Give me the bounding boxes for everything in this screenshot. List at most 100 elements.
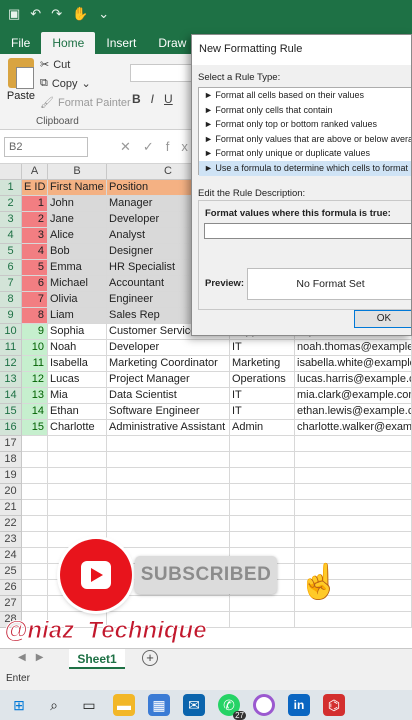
empty-cell[interactable] [230, 436, 295, 452]
pdf-icon[interactable]: ⌬ [323, 694, 345, 716]
first-name-cell[interactable]: Lucas [48, 372, 107, 388]
empty-cell[interactable] [48, 452, 107, 468]
tab-file[interactable]: File [0, 32, 41, 54]
id-cell[interactable]: 13 [22, 388, 48, 404]
first-name-cell[interactable]: Michael [48, 276, 107, 292]
empty-cell[interactable] [22, 548, 48, 564]
department-cell[interactable]: IT [230, 388, 295, 404]
empty-cell[interactable] [230, 596, 295, 612]
empty-cell[interactable] [295, 436, 412, 452]
empty-cell[interactable] [48, 436, 107, 452]
header-cell[interactable]: First Name [48, 180, 107, 196]
empty-cell[interactable] [107, 468, 230, 484]
first-name-cell[interactable]: Bob [48, 244, 107, 260]
empty-cell[interactable] [295, 500, 412, 516]
position-cell[interactable]: Software Engineer [107, 404, 230, 420]
position-cell[interactable]: Administrative Assistant [107, 420, 230, 436]
rule-type-item[interactable]: ► Format only top or bottom ranked value… [199, 117, 411, 132]
mail-icon[interactable]: ✉ [183, 694, 205, 716]
tab-draw[interactable]: Draw [147, 32, 197, 54]
id-cell[interactable]: 4 [22, 244, 48, 260]
empty-cell[interactable] [107, 452, 230, 468]
first-name-cell[interactable]: Emma [48, 260, 107, 276]
department-cell[interactable]: Marketing [230, 356, 295, 372]
email-cell[interactable]: lucas.harris@example.co [295, 372, 412, 388]
rule-type-item[interactable]: ► Format only cells that contain [199, 103, 411, 118]
column-header-b[interactable]: B [48, 164, 107, 180]
first-name-cell[interactable]: Ethan [48, 404, 107, 420]
font-name-select[interactable] [130, 64, 194, 82]
rule-type-item[interactable]: ► Format only unique or duplicate values [199, 146, 411, 161]
empty-cell[interactable] [295, 468, 412, 484]
first-name-cell[interactable]: Jane [48, 212, 107, 228]
id-cell[interactable]: 9 [22, 324, 48, 340]
empty-cell[interactable] [107, 532, 230, 548]
touch-mode-icon[interactable]: ✋ [72, 6, 88, 22]
id-cell[interactable]: 8 [22, 308, 48, 324]
position-cell[interactable]: Marketing Coordinator [107, 356, 230, 372]
email-cell[interactable]: mia.clark@example.com [295, 388, 412, 404]
first-name-cell[interactable]: Olivia [48, 292, 107, 308]
first-name-cell[interactable]: Alice [48, 228, 107, 244]
whatsapp-icon[interactable]: ✆ 27 [218, 694, 246, 720]
id-cell[interactable]: 1 [22, 196, 48, 212]
linkedin-icon[interactable]: in [288, 694, 310, 716]
empty-cell[interactable] [22, 484, 48, 500]
empty-cell[interactable] [107, 500, 230, 516]
paste-button[interactable]: Paste [6, 58, 36, 102]
empty-cell[interactable] [22, 436, 48, 452]
email-cell[interactable]: isabella.white@example [295, 356, 412, 372]
formula-controls[interactable]: ✕✓fx [120, 139, 200, 155]
email-cell[interactable]: noah.thomas@example [295, 340, 412, 356]
formula-input[interactable] [204, 223, 411, 239]
header-cell[interactable]: E ID [22, 180, 48, 196]
empty-cell[interactable] [22, 452, 48, 468]
position-cell[interactable]: Data Scientist [107, 388, 230, 404]
bold-button[interactable]: B [132, 92, 141, 106]
first-name-cell[interactable]: Charlotte [48, 420, 107, 436]
empty-cell[interactable] [295, 484, 412, 500]
search-icon[interactable]: ⌕ [43, 694, 65, 716]
cut-button[interactable]: ✂ Cut [40, 58, 70, 72]
redo-icon[interactable]: ↷ [51, 6, 62, 22]
empty-cell[interactable] [22, 468, 48, 484]
italic-button[interactable]: I [151, 92, 154, 106]
empty-cell[interactable] [48, 468, 107, 484]
empty-cell[interactable] [295, 612, 412, 628]
email-cell[interactable]: ethan.lewis@example.co [295, 404, 412, 420]
add-sheet-icon[interactable]: + [142, 650, 158, 666]
undo-icon[interactable]: ↶ [30, 6, 41, 22]
tab-home[interactable]: Home [41, 32, 96, 54]
empty-cell[interactable] [230, 532, 295, 548]
empty-cell[interactable] [230, 500, 295, 516]
id-cell[interactable]: 12 [22, 372, 48, 388]
position-cell[interactable]: Project Manager [107, 372, 230, 388]
sheet-scroll-arrows[interactable]: ◀▶ [18, 652, 53, 663]
id-cell[interactable]: 14 [22, 404, 48, 420]
empty-cell[interactable] [107, 436, 230, 452]
department-cell[interactable]: Operations [230, 372, 295, 388]
department-cell[interactable]: Admin [230, 420, 295, 436]
id-cell[interactable]: 11 [22, 356, 48, 372]
first-name-cell[interactable]: Sophia [48, 324, 107, 340]
tab-insert[interactable]: Insert [95, 32, 147, 54]
position-cell[interactable]: Developer [107, 340, 230, 356]
task-view-icon[interactable]: ▭ [78, 694, 100, 716]
windows-start-icon[interactable]: ⊞ [8, 694, 30, 716]
empty-cell[interactable] [230, 468, 295, 484]
id-cell[interactable]: 2 [22, 212, 48, 228]
file-explorer-icon[interactable]: ▬ [113, 694, 135, 716]
name-box[interactable]: B2 [4, 137, 88, 157]
empty-cell[interactable] [295, 516, 412, 532]
first-name-cell[interactable]: Isabella [48, 356, 107, 372]
empty-cell[interactable] [107, 516, 230, 532]
empty-cell[interactable] [22, 580, 48, 596]
empty-cell[interactable] [295, 452, 412, 468]
format-painter-button[interactable]: 🖌 Format Painter [40, 96, 131, 110]
first-name-cell[interactable]: John [48, 196, 107, 212]
empty-cell[interactable] [230, 612, 295, 628]
empty-cell[interactable] [295, 532, 412, 548]
rule-type-list[interactable]: ► Format all cells based on their values… [198, 87, 411, 176]
empty-cell[interactable] [22, 564, 48, 580]
underline-button[interactable]: U [164, 92, 173, 106]
